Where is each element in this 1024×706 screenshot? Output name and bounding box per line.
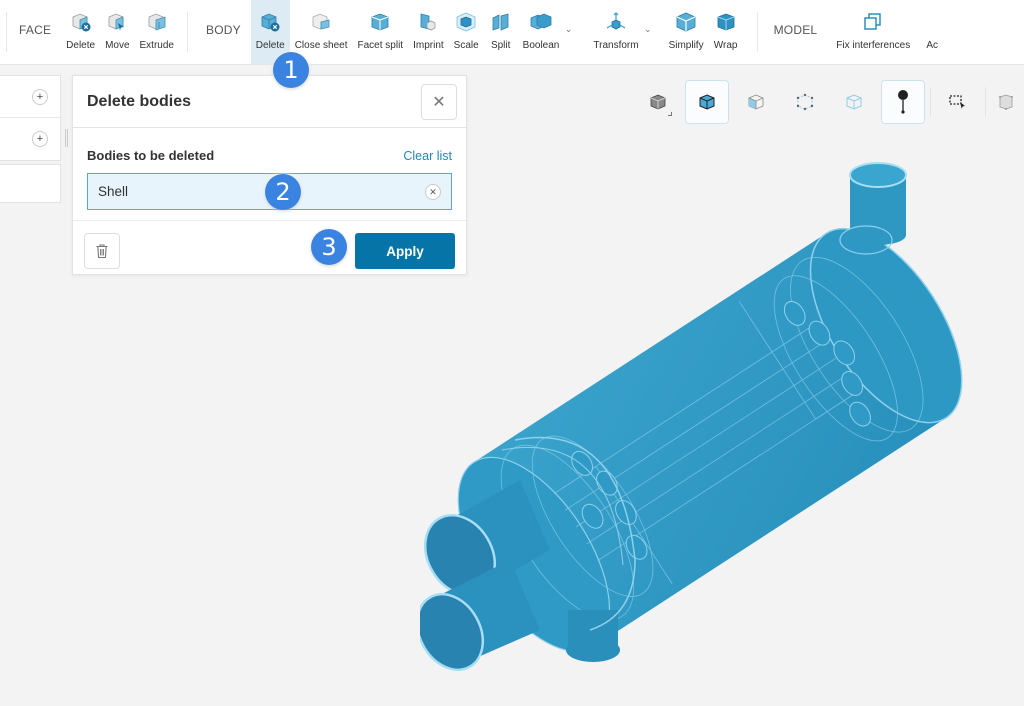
trash-icon bbox=[96, 244, 108, 259]
facet-split-label: Facet split bbox=[357, 40, 404, 51]
heat-exchanger-model[interactable] bbox=[415, 140, 1024, 680]
selected-body-item[interactable]: Shell bbox=[98, 184, 128, 199]
scale-icon bbox=[454, 10, 478, 34]
simplify-button[interactable]: Simplify bbox=[664, 0, 709, 64]
body-delete-icon bbox=[258, 10, 282, 34]
model-group-label: MODEL bbox=[773, 23, 818, 37]
imprint-label: Imprint bbox=[413, 40, 444, 51]
face-delete-icon bbox=[69, 10, 93, 34]
shell-body[interactable] bbox=[415, 162, 992, 680]
tree-section: + bbox=[0, 118, 60, 160]
step-badge-2: 2 bbox=[265, 174, 301, 210]
simplify-label: Simplify bbox=[668, 40, 704, 51]
point-pin-icon bbox=[898, 90, 908, 114]
imprint-button[interactable]: Imprint bbox=[408, 0, 449, 64]
facet-split-button[interactable]: Facet split bbox=[353, 0, 409, 64]
select-face-button[interactable] bbox=[734, 80, 778, 124]
wrap-button[interactable]: Wrap bbox=[709, 0, 743, 64]
simplify-icon bbox=[674, 10, 698, 34]
scale-label: Scale bbox=[453, 40, 479, 51]
face-move-icon bbox=[105, 10, 129, 34]
fix-interferences-label: Fix interferences bbox=[836, 40, 911, 51]
close-sheet-label: Close sheet bbox=[294, 40, 348, 51]
hidden-view-icon bbox=[999, 94, 1013, 110]
close-icon: ✕ bbox=[432, 94, 446, 111]
face-extrude-icon bbox=[145, 10, 169, 34]
select-face-icon bbox=[748, 94, 764, 110]
wrap-label: Wrap bbox=[713, 40, 738, 51]
select-vertex-button[interactable] bbox=[832, 80, 876, 124]
imprint-icon bbox=[416, 10, 440, 34]
3d-viewport[interactable] bbox=[415, 140, 1024, 680]
shaded-view-button[interactable] bbox=[636, 80, 680, 124]
main-toolbar: FACE Delete Move Extrude BODY Delete Clo… bbox=[0, 0, 1024, 65]
face-group-label: FACE bbox=[19, 23, 52, 37]
box-select-icon bbox=[949, 95, 965, 109]
add-icon[interactable]: + bbox=[32, 89, 48, 105]
add-icon[interactable]: + bbox=[32, 131, 48, 147]
select-edge-button[interactable] bbox=[783, 80, 827, 124]
hidden-view-button[interactable] bbox=[991, 80, 1021, 124]
model-next-button[interactable]: Ac bbox=[915, 0, 949, 64]
fix-interferences-button[interactable]: Fix interferences bbox=[831, 0, 915, 64]
wrap-icon bbox=[714, 10, 738, 34]
dialog-body: Bodies to be deleted Clear list Shell ✕ bbox=[73, 128, 466, 221]
panel-resize-handle[interactable] bbox=[65, 129, 68, 147]
submenu-corner-icon bbox=[668, 112, 672, 116]
delete-button[interactable] bbox=[84, 233, 120, 269]
transform-dropdown-chevron-icon[interactable]: ⌄ bbox=[644, 24, 652, 35]
face-delete-button[interactable]: Delete bbox=[61, 0, 100, 64]
view-toolbar-divider bbox=[985, 87, 986, 117]
face-delete-label: Delete bbox=[66, 40, 96, 51]
boolean-label: Boolean bbox=[522, 40, 560, 51]
split-icon bbox=[489, 10, 513, 34]
boolean-button[interactable]: Boolean ⌄ bbox=[518, 0, 572, 64]
face-move-label: Move bbox=[105, 40, 130, 51]
step-badge-1: 1 bbox=[273, 52, 309, 88]
view-toolbar-divider bbox=[930, 87, 931, 117]
bodies-field-label: Bodies to be deleted bbox=[87, 148, 215, 163]
body-group-label: BODY bbox=[205, 23, 241, 37]
split-button[interactable]: Split bbox=[484, 0, 518, 64]
close-sheet-icon bbox=[309, 10, 333, 34]
face-move-button[interactable]: Move bbox=[100, 0, 134, 64]
scale-button[interactable]: Scale bbox=[449, 0, 484, 64]
transform-icon bbox=[604, 10, 628, 34]
tree-section: + bbox=[0, 76, 60, 118]
select-vertex-icon bbox=[846, 94, 862, 110]
body-delete-label: Delete bbox=[255, 40, 285, 51]
left-tree-panel-lower bbox=[0, 164, 61, 203]
boolean-dropdown-chevron-icon[interactable]: ⌄ bbox=[565, 24, 573, 35]
select-body-button[interactable] bbox=[685, 80, 729, 124]
transform-label: Transform bbox=[593, 40, 639, 51]
delete-bodies-dialog: Delete bodies ✕ Bodies to be deleted Cle… bbox=[72, 75, 467, 275]
select-edge-icon bbox=[796, 93, 814, 111]
fix-interferences-icon bbox=[861, 10, 885, 34]
shaded-view-icon bbox=[650, 94, 666, 110]
dialog-title: Delete bodies bbox=[87, 92, 192, 110]
model-next-label: Ac bbox=[926, 40, 939, 51]
face-extrude-button[interactable]: Extrude bbox=[135, 0, 179, 64]
facet-split-icon bbox=[368, 10, 392, 34]
transform-button[interactable]: Transform ⌄ bbox=[588, 0, 652, 64]
box-select-button[interactable] bbox=[936, 80, 980, 124]
boolean-icon bbox=[529, 10, 553, 34]
dialog-header: Delete bodies ✕ bbox=[73, 76, 466, 128]
select-body-icon bbox=[699, 94, 715, 110]
close-button[interactable]: ✕ bbox=[421, 84, 457, 120]
view-toolbar bbox=[636, 80, 1024, 124]
face-extrude-label: Extrude bbox=[139, 40, 174, 51]
step-badge-3: 3 bbox=[311, 229, 347, 265]
point-pin-button[interactable] bbox=[881, 80, 925, 124]
left-tree-panel: + + bbox=[0, 75, 61, 161]
dialog-footer: Apply bbox=[73, 221, 466, 276]
split-label: Split bbox=[490, 40, 511, 51]
